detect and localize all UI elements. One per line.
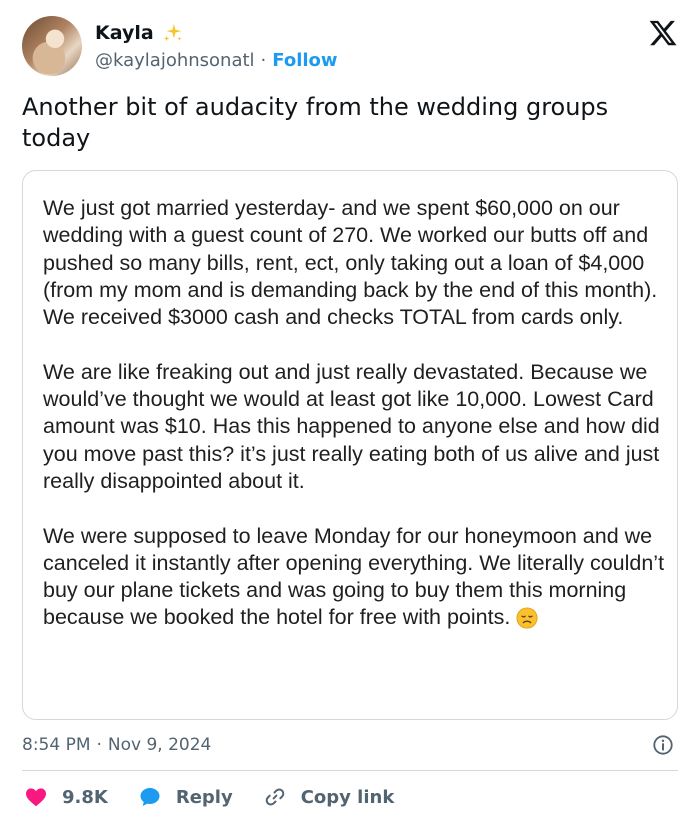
- heart-icon: [26, 788, 46, 807]
- author-name[interactable]: Kayla: [95, 22, 154, 44]
- like-button[interactable]: 9.8K: [24, 785, 108, 809]
- x-logo-icon[interactable]: [648, 18, 678, 48]
- divider: [22, 770, 678, 771]
- separator-dot: ·: [260, 49, 267, 71]
- avatar[interactable]: [22, 16, 82, 76]
- tweet-text: Another bit of audacity from the wedding…: [22, 93, 609, 152]
- post-date: Nov 9, 2024: [107, 735, 212, 755]
- link-icon: [265, 788, 284, 806]
- screenshot-paragraph-1: We just got married yesterday- and we sp…: [43, 196, 658, 330]
- author-handle[interactable]: @kaylajohnsonatl: [95, 50, 255, 71]
- action-bar: 9.8K Reply Copy link: [24, 783, 424, 811]
- follow-button[interactable]: Follow: [272, 50, 337, 71]
- disappointed-face-icon: [516, 607, 538, 629]
- post-time: 8:54 PM: [22, 735, 91, 755]
- screenshot-paragraph-3: We were supposed to leave Monday for our…: [43, 523, 668, 632]
- timestamp[interactable]: 8:54 PM · Nov 9, 2024: [22, 732, 211, 758]
- like-count: 9.8K: [62, 786, 108, 808]
- reply-button[interactable]: Reply: [138, 785, 233, 809]
- embedded-screenshot-card[interactable]: We just got married yesterday- and we sp…: [22, 170, 678, 720]
- screenshot-paragraph-2: We are like freaking out and just really…: [43, 359, 660, 493]
- reply-label: Reply: [175, 786, 233, 808]
- copy-link-label: Copy link: [300, 786, 395, 808]
- author-name-row: Kayla: [95, 20, 184, 46]
- screenshot-paragraph-3-text: We were supposed to leave Monday for our…: [43, 523, 665, 630]
- screenshot-text: We just got married yesterday- and we sp…: [43, 195, 668, 632]
- author-handle-row: @kaylajohnsonatl · Follow: [95, 48, 338, 72]
- speech-bubble-icon: [140, 788, 160, 806]
- copy-link-button[interactable]: Copy link: [263, 785, 395, 809]
- info-icon[interactable]: [652, 734, 674, 756]
- separator-dot: ·: [96, 735, 102, 755]
- sparkles-icon: [163, 23, 182, 42]
